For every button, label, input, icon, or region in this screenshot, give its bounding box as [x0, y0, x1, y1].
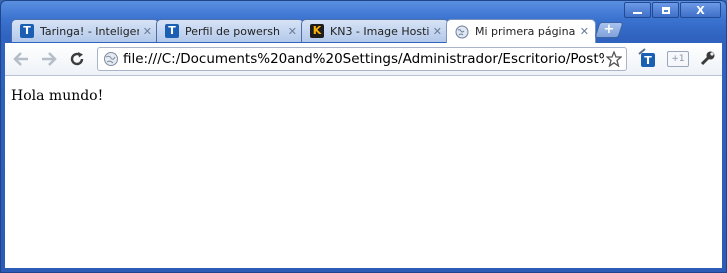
back-button[interactable] — [11, 49, 31, 69]
taringa-extension-icon: T — [638, 48, 655, 67]
page-content: Hola mundo! — [5, 76, 722, 268]
forward-button[interactable] — [39, 49, 59, 69]
url-text[interactable]: file:///C:/Documents%20and%20Settings/Ad… — [123, 51, 604, 67]
window-controls: X — [624, 2, 721, 18]
svg-text:T: T — [644, 54, 652, 67]
page-info-icon[interactable] — [103, 51, 119, 67]
kn3-icon: K — [310, 24, 324, 38]
globe-icon — [455, 25, 469, 39]
back-arrow-icon — [13, 52, 28, 66]
tab-close-icon[interactable]: ✕ — [580, 25, 589, 38]
minimize-icon — [633, 12, 642, 14]
tab-title: Mi primera página — [475, 25, 576, 38]
tab-title: Perfil de powersh - Tar — [185, 24, 284, 38]
plus-icon: + — [603, 22, 615, 37]
toolbar: file:///C:/Documents%20and%20Settings/Ad… — [5, 43, 722, 76]
new-tab-button[interactable]: + — [594, 22, 624, 38]
tab-kn3-image-hosting[interactable]: K KN3 - Image Hosting ✕ — [301, 19, 449, 42]
tab-mi-primera-pagina[interactable]: Mi primera página ✕ — [446, 19, 596, 43]
taringa-extension-button[interactable]: T — [637, 48, 657, 68]
taringa-icon: T — [20, 24, 34, 38]
bookmark-star-icon[interactable] — [604, 51, 624, 67]
plus-one-extension-button[interactable]: +1 — [667, 49, 689, 69]
browser-window: X T Taringa! - Inteligencia ✕ T Perfil d… — [0, 0, 727, 273]
tab-perfil-powersh[interactable]: T Perfil de powersh - Tar ✕ — [156, 19, 304, 42]
reload-button[interactable] — [67, 49, 87, 69]
page-body-text: Hola mundo! — [11, 88, 104, 104]
plus-one-icon: +1 — [667, 51, 689, 67]
maximize-button[interactable] — [652, 2, 679, 18]
tab-close-icon[interactable]: ✕ — [433, 25, 442, 38]
forward-arrow-icon — [42, 52, 57, 66]
reload-icon — [70, 52, 84, 66]
settings-button[interactable] — [697, 49, 717, 69]
address-bar[interactable]: file:///C:/Documents%20and%20Settings/Ad… — [97, 47, 627, 71]
maximize-icon — [661, 6, 670, 14]
tab-title: Taringa! - Inteligencia — [40, 24, 139, 38]
minimize-button[interactable] — [624, 2, 651, 18]
close-window-button[interactable]: X — [680, 2, 721, 18]
tab-title: KN3 - Image Hosting — [330, 24, 429, 38]
tab-close-icon[interactable]: ✕ — [288, 25, 297, 38]
taringa-icon: T — [165, 24, 179, 38]
close-icon: X — [696, 3, 705, 17]
tab-close-icon[interactable]: ✕ — [143, 25, 152, 38]
tab-taringa-inteligencia[interactable]: T Taringa! - Inteligencia ✕ — [11, 19, 159, 42]
wrench-icon — [700, 51, 715, 66]
